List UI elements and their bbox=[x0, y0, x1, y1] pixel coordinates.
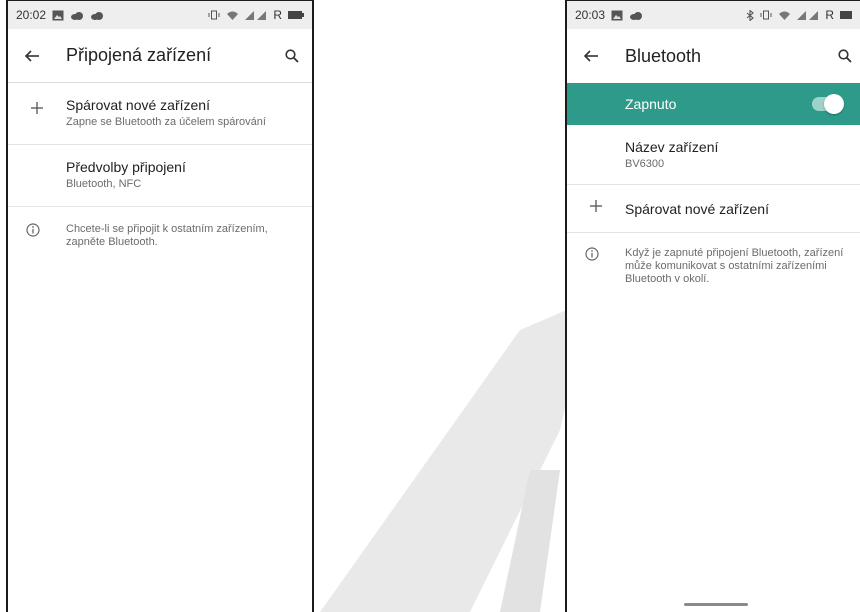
battery-icon bbox=[288, 11, 304, 19]
signal-icon bbox=[797, 10, 819, 20]
cloud-icon bbox=[70, 11, 84, 20]
search-icon[interactable] bbox=[830, 49, 860, 63]
pair-new-device-item[interactable]: Spárovat nové zařízení bbox=[567, 185, 860, 233]
connection-preferences-item[interactable]: Předvolby připojení Bluetooth, NFC bbox=[8, 145, 312, 207]
app-bar: Bluetooth bbox=[567, 29, 860, 83]
status-time: 20:03 bbox=[575, 8, 606, 22]
signal-icon bbox=[245, 10, 267, 20]
roaming-indicator: R bbox=[825, 8, 834, 22]
wifi-icon bbox=[778, 10, 791, 20]
vibrate-icon bbox=[760, 10, 772, 20]
back-arrow-icon[interactable] bbox=[567, 49, 615, 63]
cloud-icon bbox=[629, 11, 643, 20]
pair-new-device-subtitle: Zapne se Bluetooth za účelem spárování bbox=[66, 116, 266, 128]
pair-new-device-item[interactable]: Spárovat nové zařízení Zapne se Bluetoot… bbox=[8, 83, 312, 145]
bluetooth-toggle-label: Zapnuto bbox=[625, 96, 677, 112]
status-bar: 20:02 R bbox=[8, 1, 312, 29]
plus-icon bbox=[30, 101, 44, 120]
pair-new-device-title: Spárovat nové zařízení bbox=[66, 97, 210, 113]
info-icon bbox=[26, 223, 40, 242]
device-name-item[interactable]: Název zařízení BV6300 bbox=[567, 125, 860, 185]
connection-preferences-title: Předvolby připojení bbox=[66, 159, 186, 175]
info-icon bbox=[585, 247, 599, 266]
connection-preferences-subtitle: Bluetooth, NFC bbox=[66, 178, 142, 190]
bluetooth-toggle-row[interactable]: Zapnuto bbox=[567, 83, 860, 125]
back-arrow-icon[interactable] bbox=[8, 49, 56, 63]
cloud-icon bbox=[90, 11, 104, 20]
info-message: Chcete-li se připojit k ostatním zařízen… bbox=[8, 207, 312, 249]
device-name-value: BV6300 bbox=[625, 158, 665, 170]
device-name-title: Název zařízení bbox=[625, 139, 719, 155]
status-time: 20:02 bbox=[16, 8, 47, 22]
pair-new-device-title: Spárovat nové zařízení bbox=[625, 200, 769, 217]
status-bar: 20:03 R bbox=[567, 1, 860, 29]
battery-icon bbox=[840, 11, 852, 19]
gallery-icon bbox=[52, 10, 64, 21]
roaming-indicator: R bbox=[273, 8, 282, 22]
gallery-icon bbox=[611, 10, 623, 21]
info-text: Když je zapnuté připojení Bluetooth, zař… bbox=[625, 247, 844, 285]
wifi-icon bbox=[226, 10, 239, 20]
gesture-navigation-bar[interactable] bbox=[684, 603, 748, 606]
info-message: Když je zapnuté připojení Bluetooth, zař… bbox=[567, 233, 860, 286]
bluetooth-icon bbox=[746, 9, 755, 21]
app-bar: Připojená zařízení bbox=[8, 29, 312, 83]
vibrate-icon bbox=[208, 10, 220, 20]
page-title: Připojená zařízení bbox=[66, 45, 212, 65]
bluetooth-switch[interactable] bbox=[812, 94, 844, 114]
plus-icon bbox=[589, 199, 603, 218]
search-icon[interactable] bbox=[272, 48, 312, 63]
info-text: Chcete-li se připojit k ostatním zařízen… bbox=[66, 223, 268, 248]
phone-screen-bluetooth: 20:03 R Bluetooth Zapnuto Název zařízení… bbox=[565, 0, 860, 612]
page-title: Bluetooth bbox=[625, 45, 702, 66]
phone-screen-connected-devices: 20:02 R Připojená zařízení Spárovat nové… bbox=[6, 0, 314, 612]
